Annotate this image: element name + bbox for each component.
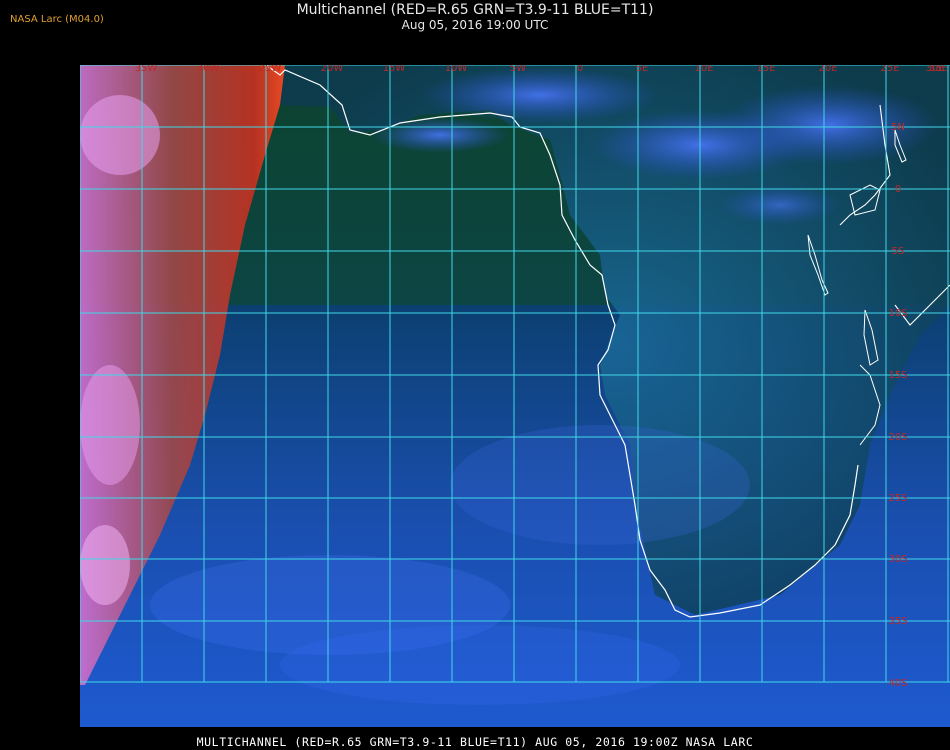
lat-label-5n: 5N (891, 122, 905, 133)
lat-label-15s: 15S (888, 370, 907, 381)
lat-label-0: 0 (895, 184, 901, 195)
image-title: Multichannel (RED=R.65 GRN=T3.9-11 BLUE=… (296, 2, 654, 18)
lat-label-20s: 20S (888, 432, 907, 443)
lon-label-5w: 5W (510, 65, 526, 74)
lon-label-35e: 35E (929, 65, 948, 74)
lon-label-30w: 30W (197, 65, 220, 74)
lat-label-5s: 5S (892, 246, 905, 257)
lat-label-40s: 40S (888, 678, 907, 689)
lon-label-10e: 10E (694, 65, 713, 74)
lon-label-5e: 5E (636, 65, 649, 74)
lat-label-10s: 10S (888, 308, 907, 319)
footer-caption: MULTICHANNEL (RED=R.65 GRN=T3.9-11 BLUE=… (196, 735, 754, 749)
image-timestamp: Aug 05, 2016 19:00 UTC (401, 18, 549, 32)
lon-label-0: 0 (577, 65, 583, 74)
lon-label-10w: 10W (445, 65, 468, 74)
lon-label-15e: 15E (756, 65, 775, 74)
lon-label-20e: 20E (818, 65, 837, 74)
lon-label-25e: 25E (880, 65, 899, 74)
lon-label-15w: 15W (383, 65, 406, 74)
satellite-map: 35W 30W 25W 20W 15W 10W 5W 0 5E 10E 15E … (80, 65, 950, 727)
lat-label-35s: 35S (888, 616, 907, 627)
lon-label-25w: 25W (259, 65, 282, 74)
lon-label-20w: 20W (321, 65, 344, 74)
lat-label-30s: 30S (888, 554, 907, 565)
lat-label-25s: 25S (888, 493, 907, 504)
lon-label-35w: 35W (135, 65, 158, 74)
